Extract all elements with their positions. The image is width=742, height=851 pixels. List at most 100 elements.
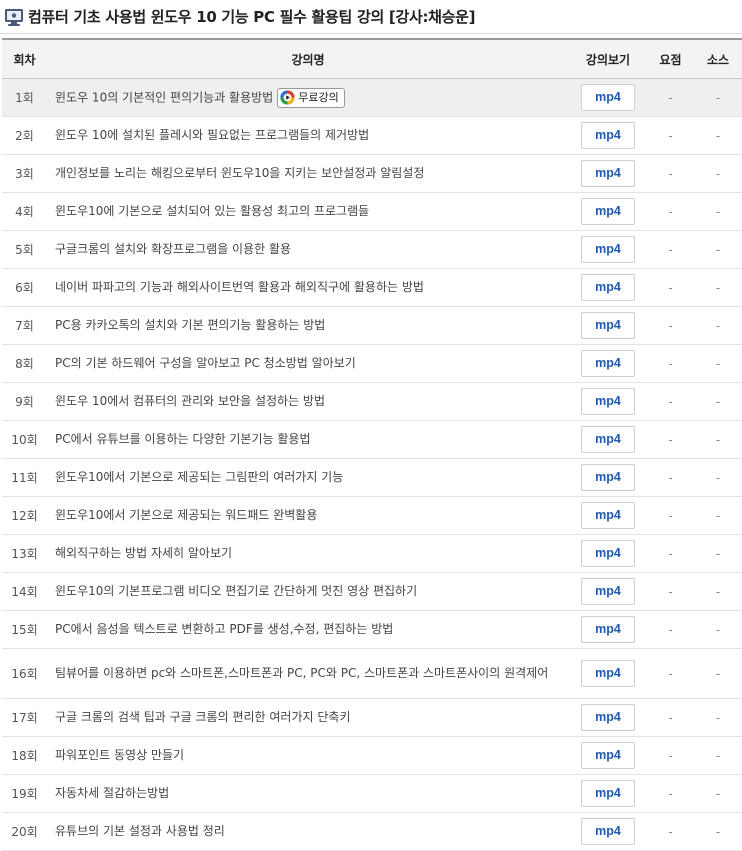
mp4-play-button[interactable]: mp4 — [581, 198, 635, 225]
lecture-title-cell: 윈도우10에서 기본으로 제공되는 워드패드 완벽활용 — [47, 496, 569, 535]
table-row: 6회 네이버 파파고의 기능과 해외사이트번역 활용과 해외직구에 활용하는 방법… — [2, 268, 742, 307]
mp4-play-button[interactable]: mp4 — [581, 818, 635, 845]
lecture-number: 16회 — [2, 648, 47, 699]
mp4-play-button[interactable]: mp4 — [581, 236, 635, 263]
watch-cell: mp4 — [569, 382, 647, 421]
mp4-play-button[interactable]: mp4 — [581, 780, 635, 807]
lecture-number: 15회 — [2, 610, 47, 649]
watch-cell: mp4 — [569, 572, 647, 611]
mp4-play-button[interactable]: mp4 — [581, 350, 635, 377]
source-cell: - — [694, 306, 742, 345]
mp4-play-button[interactable]: mp4 — [581, 122, 635, 149]
mp4-play-button[interactable]: mp4 — [581, 274, 635, 301]
lecture-title-cell: 윈도우10에 기본으로 설치되어 있는 활용성 최고의 프로그램들 — [47, 192, 569, 231]
source-cell: - — [694, 192, 742, 231]
lecture-number: 11회 — [2, 458, 47, 497]
mp4-play-button[interactable]: mp4 — [581, 502, 635, 529]
summary-cell: - — [647, 534, 694, 573]
table-row: 2회 윈도우 10에 설치된 플레시와 필요없는 프로그램들의 제거방법 mp4- - — [2, 116, 742, 155]
summary-cell: - — [647, 774, 694, 813]
summary-cell: - — [647, 648, 694, 699]
watch-cell: mp4 — [569, 420, 647, 459]
table-row: 4회 윈도우10에 기본으로 설치되어 있는 활용성 최고의 프로그램들 mp4- - — [2, 192, 742, 231]
watch-cell: mp4 — [569, 154, 647, 193]
mp4-play-button[interactable]: mp4 — [581, 704, 635, 731]
lecture-title-cell: PC의 기본 하드웨어 구성을 알아보고 PC 청소방법 알아보기 — [47, 344, 569, 383]
watch-cell: mp4 — [569, 698, 647, 737]
lecture-number: 4회 — [2, 192, 47, 231]
lecture-table: 회차 강의명 강의보기 요점 소스 1회 윈도우 10의 기본적인 편의기능과 활… — [2, 38, 742, 851]
lecture-title-cell: 팀뷰어를 이용하면 pc와 스마트폰,스마트폰과 PC, PC와 PC, 스마트… — [47, 648, 569, 699]
lecture-title-cell: 윈도우 10에 설치된 플레시와 필요없는 프로그램들의 제거방법 — [47, 116, 569, 155]
source-cell: - — [694, 812, 742, 851]
summary-cell: - — [647, 116, 694, 155]
lecture-title: PC에서 음성을 텍스트로 변환하고 PDF를 생성,수정, 편집하는 방법 — [55, 622, 394, 636]
table-row: 12회 윈도우10에서 기본으로 제공되는 워드패드 완벽활용 mp4- - — [2, 496, 742, 535]
lecture-number: 3회 — [2, 154, 47, 193]
mp4-play-button[interactable]: mp4 — [581, 660, 635, 687]
summary-cell: - — [647, 78, 694, 117]
mp4-play-button[interactable]: mp4 — [581, 426, 635, 453]
lecture-number: 6회 — [2, 268, 47, 307]
lecture-title-cell: PC에서 유튜브를 이용하는 다양한 기본기능 활용법 — [47, 420, 569, 459]
lecture-number: 10회 — [2, 420, 47, 459]
source-cell: - — [694, 268, 742, 307]
lecture-title-cell: 윈도우10에서 기본으로 제공되는 그림판의 여러가지 기능 — [47, 458, 569, 497]
monitor-icon — [5, 8, 23, 26]
lecture-title: 팀뷰어를 이용하면 pc와 스마트폰,스마트폰과 PC, PC와 PC, 스마트… — [55, 666, 549, 680]
lecture-number: 17회 — [2, 698, 47, 737]
lecture-title-cell: 윈도우 10의 기본적인 편의기능과 활용방법 무료강의 — [47, 78, 569, 117]
lecture-title: 윈도우 10에서 컴퓨터의 관리와 보안을 설정하는 방법 — [55, 394, 325, 408]
watch-cell: mp4 — [569, 116, 647, 155]
watch-cell: mp4 — [569, 812, 647, 851]
lecture-title-cell: 자동차세 절감하는방법 — [47, 774, 569, 813]
table-row: 8회 PC의 기본 하드웨어 구성을 알아보고 PC 청소방법 알아보기 mp4- - — [2, 344, 742, 383]
source-cell: - — [694, 648, 742, 699]
title-bar: 컴퓨터 기초 사용법 윈도우 10 기능 PC 필수 활용팁 강의 [강사:채승… — [0, 0, 742, 34]
mp4-play-button[interactable]: mp4 — [581, 616, 635, 643]
lecture-title: PC의 기본 하드웨어 구성을 알아보고 PC 청소방법 알아보기 — [55, 356, 356, 370]
table-row: 15회 PC에서 음성을 텍스트로 변환하고 PDF를 생성,수정, 편집하는 방… — [2, 610, 742, 649]
table-row: 1회 윈도우 10의 기본적인 편의기능과 활용방법 무료강의 mp4- - — [2, 78, 742, 117]
mp4-play-button[interactable]: mp4 — [581, 540, 635, 567]
summary-cell: - — [647, 192, 694, 231]
summary-cell: - — [647, 458, 694, 497]
lecture-number: 13회 — [2, 534, 47, 573]
watch-cell: mp4 — [569, 306, 647, 345]
table-header-row: 회차 강의명 강의보기 요점 소스 — [2, 38, 742, 79]
lecture-title: 윈도우10에서 기본으로 제공되는 그림판의 여러가지 기능 — [55, 470, 344, 484]
watch-cell: mp4 — [569, 774, 647, 813]
lecture-number: 12회 — [2, 496, 47, 535]
lecture-title: 자동차세 절감하는방법 — [55, 786, 170, 800]
mp4-play-button[interactable]: mp4 — [581, 742, 635, 769]
lecture-title-cell: 네이버 파파고의 기능과 해외사이트번역 활용과 해외직구에 활용하는 방법 — [47, 268, 569, 307]
lecture-number: 19회 — [2, 774, 47, 813]
lecture-title-cell: PC용 카카오톡의 설치와 기본 편의기능 활용하는 방법 — [47, 306, 569, 345]
watch-cell: mp4 — [569, 496, 647, 535]
mp4-play-button[interactable]: mp4 — [581, 160, 635, 187]
page-title: 컴퓨터 기초 사용법 윈도우 10 기능 PC 필수 활용팁 강의 [강사:채승… — [28, 8, 476, 26]
table-row: 5회 구글크롬의 설치와 확장프로그램을 이용한 활용 mp4- - — [2, 230, 742, 269]
mp4-play-button[interactable]: mp4 — [581, 578, 635, 605]
free-lecture-badge[interactable]: 무료강의 — [277, 87, 345, 108]
mp4-play-button[interactable]: mp4 — [581, 84, 635, 111]
lecture-title-cell: 윈도우 10에서 컴퓨터의 관리와 보안을 설정하는 방법 — [47, 382, 569, 421]
lecture-number: 5회 — [2, 230, 47, 269]
source-cell: - — [694, 458, 742, 497]
table-body: 1회 윈도우 10의 기본적인 편의기능과 활용방법 무료강의 mp4- -2회 윈도우 … — [2, 78, 742, 851]
mp4-play-button[interactable]: mp4 — [581, 388, 635, 415]
watch-cell: mp4 — [569, 458, 647, 497]
lecture-title: 해외직구하는 방법 자세히 알아보기 — [55, 546, 233, 560]
source-cell: - — [694, 230, 742, 269]
source-cell: - — [694, 382, 742, 421]
summary-cell: - — [647, 344, 694, 383]
mp4-play-button[interactable]: mp4 — [581, 312, 635, 339]
summary-cell: - — [647, 698, 694, 737]
summary-cell: - — [647, 812, 694, 851]
mp4-play-button[interactable]: mp4 — [581, 464, 635, 491]
summary-cell: - — [647, 230, 694, 269]
lecture-title-cell: 개인정보를 노리는 해킹으로부터 윈도우10을 지키는 보안설정과 알림설정 — [47, 154, 569, 193]
table-row: 7회 PC용 카카오톡의 설치와 기본 편의기능 활용하는 방법 mp4- - — [2, 306, 742, 345]
lecture-title-cell: 구글크롬의 설치와 확장프로그램을 이용한 활용 — [47, 230, 569, 269]
table-row: 9회 윈도우 10에서 컴퓨터의 관리와 보안을 설정하는 방법 mp4- - — [2, 382, 742, 421]
